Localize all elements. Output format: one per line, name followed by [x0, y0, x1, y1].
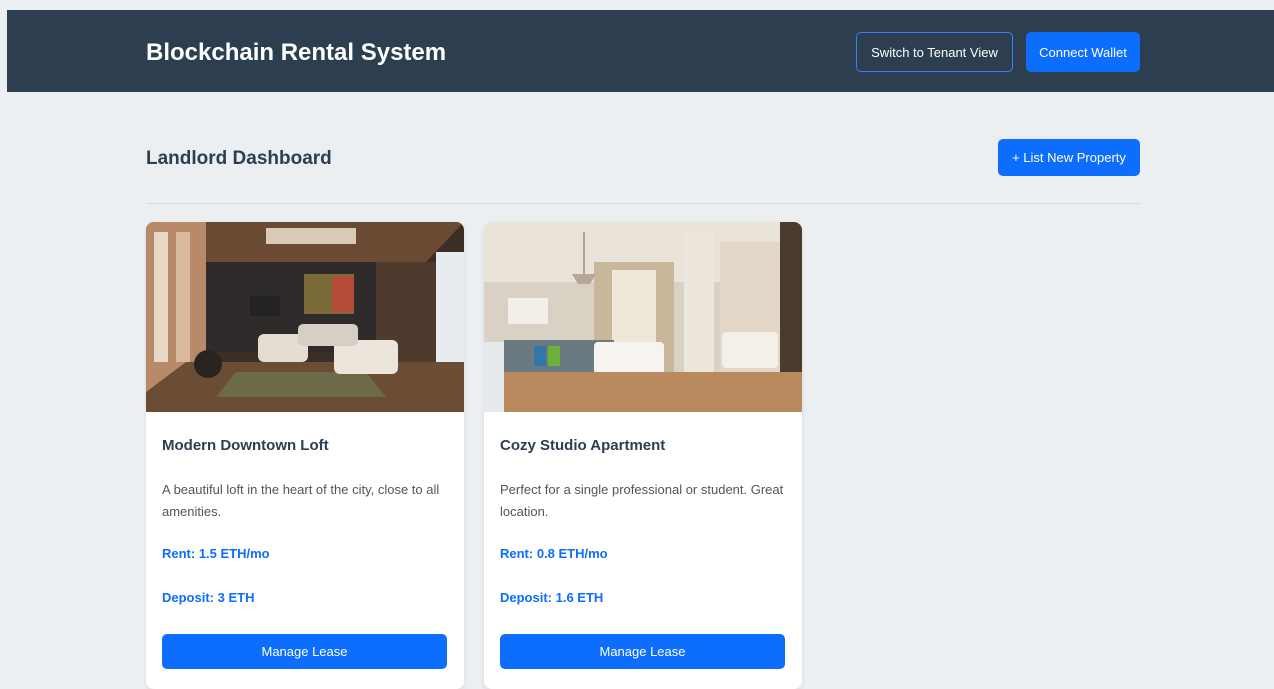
connect-wallet-button[interactable]: Connect Wallet: [1026, 32, 1140, 72]
property-rent: Rent: 1.5 ETH/mo: [162, 546, 270, 561]
property-deposit: Deposit: 3 ETH: [162, 590, 255, 605]
app-header: Blockchain Rental System Switch to Tenan…: [7, 10, 1274, 92]
manage-lease-button[interactable]: Manage Lease: [500, 634, 785, 669]
app-brand: Blockchain Rental System: [146, 39, 447, 66]
property-title: Cozy Studio Apartment: [500, 437, 666, 454]
section-divider: [146, 203, 1140, 204]
property-deposit: Deposit: 1.6 ETH: [500, 590, 604, 605]
list-new-property-button[interactable]: + List New Property: [998, 139, 1140, 176]
page-title: Landlord Dashboard: [146, 148, 332, 169]
property-card: Modern Downtown Loft A beautiful loft in…: [146, 222, 464, 689]
property-image: [146, 222, 464, 412]
property-card: Cozy Studio Apartment Perfect for a sing…: [484, 222, 802, 689]
property-description: A beautiful loft in the heart of the cit…: [162, 482, 440, 519]
property-title: Modern Downtown Loft: [162, 437, 329, 454]
property-image: [484, 222, 802, 412]
switch-to-tenant-view-button[interactable]: Switch to Tenant View: [856, 32, 1013, 72]
property-description: Perfect for a single professional or stu…: [500, 482, 784, 519]
property-rent: Rent: 0.8 ETH/mo: [500, 546, 608, 561]
manage-lease-button[interactable]: Manage Lease: [162, 634, 447, 669]
